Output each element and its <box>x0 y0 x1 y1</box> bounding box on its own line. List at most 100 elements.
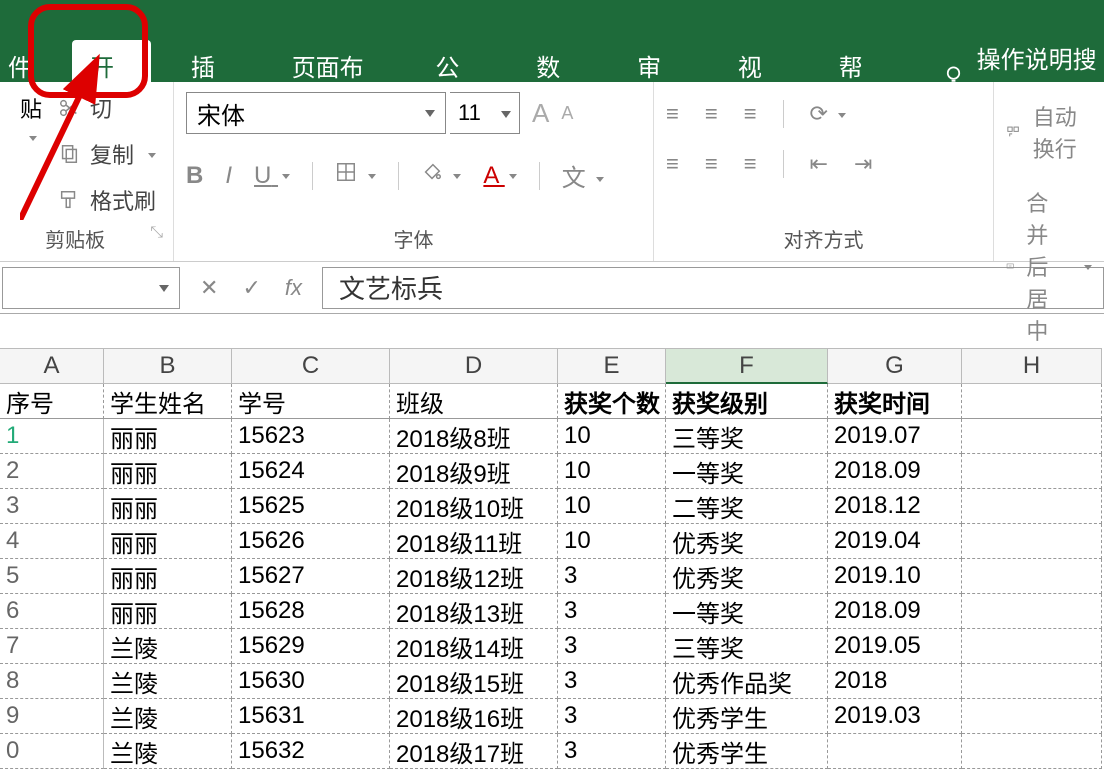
merge-center-button[interactable]: 合并后居中 <box>1006 186 1092 346</box>
data-cell[interactable]: 优秀奖 <box>666 559 828 594</box>
column-header-C[interactable]: C <box>232 348 390 384</box>
data-cell[interactable]: 丽丽 <box>104 489 232 524</box>
data-cell[interactable]: 15629 <box>232 629 390 664</box>
data-cell[interactable]: 10 <box>558 419 666 454</box>
column-header-G[interactable]: G <box>828 348 962 384</box>
phonetic-button[interactable]: 文 <box>562 158 605 193</box>
italic-button[interactable]: I <box>225 162 232 190</box>
data-cell[interactable] <box>962 594 1102 629</box>
row-number[interactable]: 9 <box>0 699 104 734</box>
data-cell[interactable]: 2019.05 <box>828 629 962 664</box>
data-cell[interactable]: 优秀学生 <box>666 699 828 734</box>
data-cell[interactable]: 丽丽 <box>104 594 232 629</box>
column-header-A[interactable]: A <box>0 348 104 384</box>
header-cell[interactable]: 获奖个数 <box>558 384 666 419</box>
data-cell[interactable]: 3 <box>558 594 666 629</box>
data-cell[interactable]: 兰陵 <box>104 699 232 734</box>
data-cell[interactable]: 2018级8班 <box>390 419 558 454</box>
data-cell[interactable]: 2019.07 <box>828 419 962 454</box>
data-cell[interactable]: 2018级17班 <box>390 734 558 769</box>
data-cell[interactable]: 2018级13班 <box>390 594 558 629</box>
decrease-indent-button[interactable]: ⇤ <box>810 151 828 177</box>
align-middle-button[interactable]: ≡ <box>705 101 718 127</box>
row-number[interactable]: 7 <box>0 629 104 664</box>
data-cell[interactable]: 3 <box>558 559 666 594</box>
data-cell[interactable] <box>962 489 1102 524</box>
data-cell[interactable]: 兰陵 <box>104 734 232 769</box>
format-painter-button[interactable]: 格式刷 <box>58 184 156 216</box>
font-name-select[interactable]: 宋体 <box>186 92 446 134</box>
data-cell[interactable]: 丽丽 <box>104 419 232 454</box>
data-cell[interactable]: 15632 <box>232 734 390 769</box>
data-cell[interactable]: 优秀奖 <box>666 524 828 559</box>
data-cell[interactable]: 丽丽 <box>104 454 232 489</box>
dialog-launcher-icon[interactable]: ⤡ <box>150 224 163 242</box>
data-cell[interactable]: 兰陵 <box>104 664 232 699</box>
data-cell[interactable]: 15627 <box>232 559 390 594</box>
data-cell[interactable]: 2018.09 <box>828 454 962 489</box>
data-cell[interactable]: 丽丽 <box>104 559 232 594</box>
copy-button[interactable]: 复制 <box>58 138 156 170</box>
orientation-button[interactable]: ⟳ <box>810 101 847 127</box>
align-right-button[interactable]: ≡ <box>744 151 757 177</box>
data-cell[interactable]: 二等奖 <box>666 489 828 524</box>
header-cell[interactable]: 获奖时间 <box>828 384 962 419</box>
data-cell[interactable]: 10 <box>558 489 666 524</box>
data-cell[interactable]: 15625 <box>232 489 390 524</box>
column-header-B[interactable]: B <box>104 348 232 384</box>
data-cell[interactable] <box>962 419 1102 454</box>
data-cell[interactable]: 优秀学生 <box>666 734 828 769</box>
data-cell[interactable]: 3 <box>558 734 666 769</box>
align-bottom-button[interactable]: ≡ <box>744 101 757 127</box>
data-cell[interactable]: 2019.10 <box>828 559 962 594</box>
data-cell[interactable]: 10 <box>558 454 666 489</box>
data-cell[interactable]: 优秀作品奖 <box>666 664 828 699</box>
data-cell[interactable]: 2018级14班 <box>390 629 558 664</box>
fx-button[interactable]: fx <box>285 275 302 301</box>
data-cell[interactable]: 2018级16班 <box>390 699 558 734</box>
header-cell[interactable]: 学号 <box>232 384 390 419</box>
data-cell[interactable]: 15623 <box>232 419 390 454</box>
data-cell[interactable]: 一等奖 <box>666 454 828 489</box>
row-number[interactable]: 5 <box>0 559 104 594</box>
borders-button[interactable] <box>335 161 376 190</box>
row-number[interactable]: 4 <box>0 524 104 559</box>
data-cell[interactable]: 兰陵 <box>104 629 232 664</box>
data-cell[interactable] <box>962 454 1102 489</box>
increase-font-button[interactable]: A <box>532 98 549 129</box>
data-cell[interactable]: 2019.03 <box>828 699 962 734</box>
fill-color-button[interactable] <box>421 161 462 190</box>
data-cell[interactable]: 2018.12 <box>828 489 962 524</box>
data-cell[interactable]: 一等奖 <box>666 594 828 629</box>
name-box[interactable] <box>2 267 180 309</box>
enter-formula-button[interactable]: ✓ <box>242 275 260 301</box>
data-cell[interactable]: 三等奖 <box>666 629 828 664</box>
data-cell[interactable] <box>962 629 1102 664</box>
row-number[interactable]: 3 <box>0 489 104 524</box>
header-cell[interactable] <box>962 384 1102 419</box>
data-cell[interactable]: 三等奖 <box>666 419 828 454</box>
data-cell[interactable] <box>828 734 962 769</box>
data-cell[interactable] <box>962 559 1102 594</box>
cancel-formula-button[interactable]: ✕ <box>200 275 218 301</box>
formula-input[interactable]: 文艺标兵 <box>322 267 1104 309</box>
data-cell[interactable]: 丽丽 <box>104 524 232 559</box>
column-header-D[interactable]: D <box>390 348 558 384</box>
data-cell[interactable]: 2019.04 <box>828 524 962 559</box>
header-cell[interactable]: 序号 <box>0 384 104 419</box>
align-top-button[interactable]: ≡ <box>666 101 679 127</box>
data-cell[interactable]: 2018.09 <box>828 594 962 629</box>
row-number[interactable]: 8 <box>0 664 104 699</box>
data-cell[interactable]: 15628 <box>232 594 390 629</box>
data-cell[interactable]: 2018级12班 <box>390 559 558 594</box>
data-cell[interactable]: 15624 <box>232 454 390 489</box>
font-size-select[interactable]: 11 <box>450 92 520 134</box>
data-cell[interactable] <box>962 734 1102 769</box>
data-cell[interactable]: 15631 <box>232 699 390 734</box>
header-cell[interactable]: 学生姓名 <box>104 384 232 419</box>
data-cell[interactable] <box>962 699 1102 734</box>
header-cell[interactable]: 获奖级别 <box>666 384 828 419</box>
column-header-E[interactable]: E <box>558 348 666 384</box>
column-header-F[interactable]: F <box>666 348 828 384</box>
row-number[interactable]: 2 <box>0 454 104 489</box>
